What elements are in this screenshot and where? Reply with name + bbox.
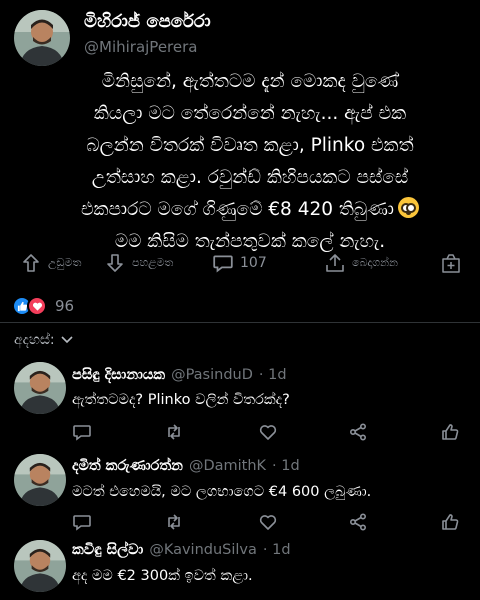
comment-action-bar (0, 512, 480, 532)
comment-meta: පසිඳු දිසානායක @PasinduD · 1d (72, 367, 287, 383)
reaction-count: 96 (55, 297, 75, 315)
reaction-summary[interactable]: 96 (12, 296, 74, 316)
upvote-button[interactable]: උඩුමත (20, 252, 81, 274)
retweet-icon[interactable] (164, 512, 184, 532)
commenter-name[interactable]: පසිඳු දිසානායක (72, 367, 165, 383)
commenter-avatar[interactable] (14, 454, 66, 506)
post-line: බලන්න විතරක් විවෘත කළා, Plinko එකත් (86, 135, 414, 156)
upload-icon (324, 252, 346, 274)
commenter-handle[interactable]: @PasinduD (171, 367, 253, 383)
comments-sort-toggle[interactable]: අදහස්: (14, 332, 73, 348)
downvote-button[interactable]: පහළමත (104, 252, 173, 274)
comment-icon (212, 252, 234, 274)
reply-icon[interactable] (72, 422, 92, 442)
post-line: එකපාරට මගේ ගිණුමේ €8 420 තිබුණා (80, 199, 395, 220)
author-handle[interactable]: @MihirajPerera (84, 38, 197, 56)
commenter-name[interactable]: දමිත් කරුණාරත්න (72, 458, 183, 474)
comment-meta: දමිත් කරුණාරත්න @DamithK · 1d (72, 458, 300, 474)
commenter-handle[interactable]: @KavinduSilva (149, 542, 257, 558)
chevron-down-icon (61, 332, 73, 348)
thumbs-up-icon[interactable] (440, 512, 460, 532)
comment-time: · 1d (272, 458, 300, 474)
flushed-face-emoji (398, 197, 420, 218)
share-label: බෙදාගන්න (352, 256, 398, 269)
post-line: උත්සාහ කළා. රවුන්ඩ් කිහිපයකට පස්සේ (91, 167, 409, 188)
share-icon[interactable] (348, 512, 368, 532)
post-action-bar: උඩුමත පහළමත 107 බෙදාගන්න (0, 252, 480, 280)
commenter-name[interactable]: කවිඳු සිල්වා (72, 542, 143, 558)
comment-action-bar (0, 422, 480, 442)
downvote-label: පහළමත (132, 256, 174, 269)
add-box-icon (440, 252, 462, 274)
divider (0, 322, 480, 323)
heart-icon[interactable] (258, 512, 278, 532)
commenter-avatar[interactable] (14, 362, 66, 414)
comments-label: අදහස්: (14, 332, 55, 348)
share-icon[interactable] (348, 422, 368, 442)
post-line: මිනිසුනේ, ඇත්තටම දැන් මොකද වුණේ (101, 71, 399, 92)
add-button[interactable] (440, 252, 462, 274)
author-name[interactable]: මිහිරාජ් පෙරේරා (84, 11, 211, 32)
comment-count: 107 (240, 255, 267, 271)
post-line-with-emoji: එකපාරට මගේ ගිණුමේ €8 420 තිබුණා (40, 194, 460, 226)
comment-text: අද මම €2 300ක් ඉවත් කළා. (72, 568, 253, 584)
reply-icon[interactable] (72, 512, 92, 532)
comment-text: ඇත්තටමද? Plinko වලින් විතරක්ද? (72, 392, 290, 408)
post-line: කියලා මට තේරෙන්නේ නැහැ... ඇප් එක (93, 103, 407, 124)
retweet-icon[interactable] (164, 422, 184, 442)
arrow-up-icon (20, 252, 42, 274)
post-text: මිනිසුනේ, ඇත්තටම දැන් මොකද වුණේ කියලා මට… (40, 66, 460, 258)
arrow-down-icon (104, 252, 126, 274)
upvote-label: උඩුමත (48, 256, 82, 269)
thumbs-up-icon[interactable] (440, 422, 460, 442)
comment-time: · 1d (262, 542, 291, 558)
comment-time: · 1d (258, 367, 287, 383)
commenter-avatar[interactable] (14, 540, 66, 592)
share-button[interactable]: බෙදාගන්න (324, 252, 398, 274)
comment-meta: කවිඳු සිල්වා @KavinduSilva · 1d (72, 542, 291, 558)
commenter-handle[interactable]: @DamithK (189, 458, 266, 474)
heart-icon[interactable] (258, 422, 278, 442)
love-reaction-icon (27, 296, 47, 316)
comment-text: මටත් එහෙමයි, මට ලගභාගෙට €4 600 ලබුණා. (72, 484, 372, 500)
author-avatar[interactable] (14, 10, 70, 66)
comment-button[interactable]: 107 (212, 252, 267, 274)
